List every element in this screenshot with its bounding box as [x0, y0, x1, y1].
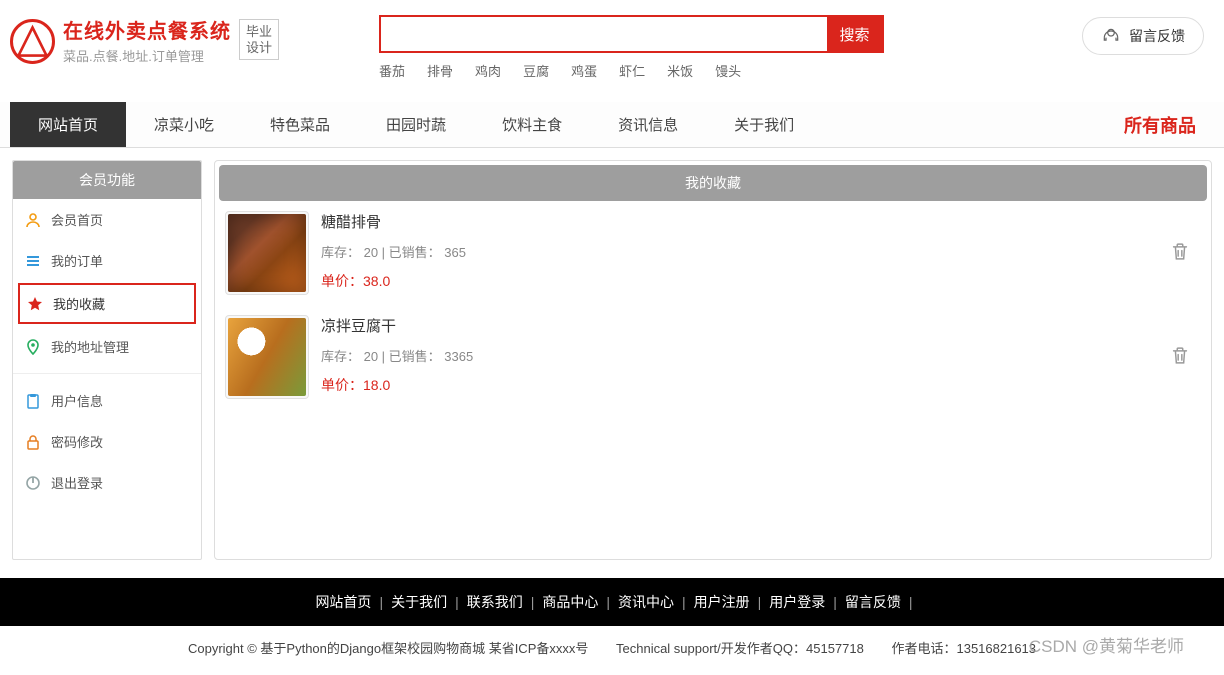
hot-keyword[interactable]: 鸡蛋: [571, 64, 597, 79]
footer-link[interactable]: 用户注册: [694, 594, 750, 610]
grad-badge: 毕业 设计: [239, 19, 279, 60]
sidebar-item-label: 我的地址管理: [51, 337, 129, 356]
footer-link[interactable]: 资讯中心: [618, 594, 674, 610]
product-stats: 库存： 20 | 已销售： 365: [321, 242, 466, 261]
hot-keywords: 番茄 排骨 鸡肉 豆腐 鸡蛋 虾仁 米饭 馒头: [379, 61, 884, 80]
footer-link[interactable]: 用户登录: [769, 594, 825, 610]
search-box: 搜索: [379, 15, 884, 53]
nav-item[interactable]: 特色菜品: [242, 102, 358, 147]
copyright-text2: Technical support/开发作者QQ：45157718: [616, 641, 864, 656]
main-nav: 网站首页凉菜小吃特色菜品田园时蔬饮料主食资讯信息关于我们 所有商品: [0, 102, 1224, 148]
clipboard-icon: [25, 393, 41, 409]
trash-icon: [1169, 241, 1191, 263]
footer-link[interactable]: 商品中心: [542, 594, 598, 610]
hot-keyword[interactable]: 排骨: [427, 64, 453, 79]
footer-nav: 网站首页 | 关于我们 | 联系我们 | 商品中心 | 资讯中心 | 用户注册 | 用户登录 | 留言反馈 |: [0, 578, 1224, 626]
product-stats: 库存： 20 | 已销售： 3365: [321, 346, 473, 365]
sidebar-item[interactable]: 密码修改: [13, 421, 201, 462]
nav-item[interactable]: 网站首页: [10, 102, 126, 147]
copyright-text3: 作者电话：13516821613: [891, 641, 1036, 656]
sidebar-item-label: 会员首页: [51, 210, 103, 229]
headset-icon: [1101, 26, 1121, 46]
star-icon: [27, 296, 43, 312]
delete-button[interactable]: [1169, 241, 1191, 266]
all-products-link[interactable]: 所有商品: [1124, 112, 1214, 138]
product-name[interactable]: 糖醋排骨: [321, 211, 466, 232]
separator: |: [758, 594, 762, 610]
sidebar-title: 会员功能: [13, 161, 201, 199]
sidebar-item-label: 我的收藏: [53, 294, 105, 313]
favorite-item: 凉拌豆腐干库存： 20 | 已销售： 3365 单价：18.0: [219, 305, 1207, 409]
product-price: 单价：38.0: [321, 271, 466, 291]
sidebar-divider: [13, 373, 201, 374]
delete-button[interactable]: [1169, 345, 1191, 370]
nav-item[interactable]: 资讯信息: [590, 102, 706, 147]
feedback-label: 留言反馈: [1129, 26, 1185, 46]
user-icon: [25, 212, 41, 228]
sidebar-item[interactable]: 会员首页: [13, 199, 201, 240]
product-price: 单价：18.0: [321, 375, 473, 395]
copyright-text1: Copyright © 基于Python的Django框架校园购物商城 某省IC…: [188, 641, 588, 656]
separator: |: [455, 594, 459, 610]
nav-item[interactable]: 田园时蔬: [358, 102, 474, 147]
list-icon: [25, 253, 41, 269]
hot-keyword[interactable]: 米饭: [667, 64, 693, 79]
power-icon: [25, 475, 41, 491]
main-title: 我的收藏: [219, 165, 1207, 201]
sidebar-item[interactable]: 我的收藏: [18, 283, 196, 324]
product-thumbnail[interactable]: [225, 211, 309, 295]
search-input[interactable]: [381, 17, 827, 51]
sidebar-item-label: 我的订单: [51, 251, 103, 270]
lock-icon: [25, 434, 41, 450]
footer-link[interactable]: 留言反馈: [845, 594, 901, 610]
separator: |: [379, 594, 383, 610]
site-title: 在线外卖点餐系统: [63, 15, 231, 44]
sidebar-item-label: 退出登录: [51, 473, 103, 492]
hot-keyword[interactable]: 豆腐: [523, 64, 549, 79]
sidebar-item-label: 用户信息: [51, 391, 103, 410]
separator: |: [833, 594, 837, 610]
watermark: CSDN @黄菊华老师: [1029, 632, 1184, 657]
product-thumbnail[interactable]: [225, 315, 309, 399]
feedback-button[interactable]: 留言反馈: [1082, 17, 1204, 55]
location-icon: [25, 339, 41, 355]
logo-block: 在线外卖点餐系统 菜品.点餐.地址.订单管理 毕业 设计: [10, 15, 279, 65]
sidebar-item[interactable]: 我的地址管理: [13, 326, 201, 367]
hot-keyword[interactable]: 虾仁: [619, 64, 645, 79]
favorite-item: 糖醋排骨库存： 20 | 已销售： 365 单价：38.0: [219, 201, 1207, 305]
copyright: Copyright © 基于Python的Django框架校园购物商城 某省IC…: [0, 626, 1224, 675]
sidebar-item-label: 密码修改: [51, 432, 103, 451]
hot-keyword[interactable]: 番茄: [379, 64, 405, 79]
nav-item[interactable]: 饮料主食: [474, 102, 590, 147]
hot-keyword[interactable]: 馒头: [715, 64, 741, 79]
separator: |: [909, 594, 913, 610]
product-name[interactable]: 凉拌豆腐干: [321, 315, 473, 336]
nav-item[interactable]: 关于我们: [706, 102, 822, 147]
separator: |: [606, 594, 610, 610]
sidebar-item[interactable]: 退出登录: [13, 462, 201, 503]
main-panel: 我的收藏 糖醋排骨库存： 20 | 已销售： 365 单价：38.0 凉拌豆腐干库存…: [214, 160, 1212, 560]
hot-keyword[interactable]: 鸡肉: [475, 64, 501, 79]
site-subtitle: 菜品.点餐.地址.订单管理: [63, 46, 231, 65]
sidebar-item[interactable]: 我的订单: [13, 240, 201, 281]
separator: |: [682, 594, 686, 610]
sidebar-item[interactable]: 用户信息: [13, 380, 201, 421]
search-button[interactable]: 搜索: [827, 17, 882, 51]
footer-link[interactable]: 联系我们: [467, 594, 523, 610]
sidebar: 会员功能 会员首页我的订单我的收藏我的地址管理 用户信息密码修改退出登录: [12, 160, 202, 560]
footer-link[interactable]: 关于我们: [391, 594, 447, 610]
trash-icon: [1169, 345, 1191, 367]
separator: |: [531, 594, 535, 610]
nav-item[interactable]: 凉菜小吃: [126, 102, 242, 147]
logo-icon: [10, 19, 55, 64]
footer-link[interactable]: 网站首页: [315, 594, 371, 610]
